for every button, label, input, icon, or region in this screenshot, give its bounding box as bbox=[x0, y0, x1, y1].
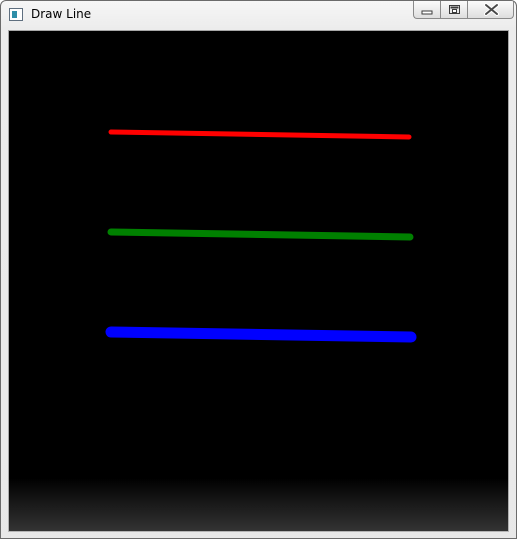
title-bar[interactable]: Draw Line bbox=[1, 1, 516, 29]
close-icon bbox=[484, 3, 499, 16]
app-window: Draw Line bbox=[0, 0, 517, 539]
minimize-icon bbox=[421, 10, 433, 15]
maximize-icon bbox=[449, 5, 460, 14]
app-icon[interactable] bbox=[9, 8, 23, 21]
window-title: Draw Line bbox=[31, 7, 92, 21]
maximize-button[interactable] bbox=[440, 1, 467, 19]
drawing-canvas[interactable] bbox=[8, 30, 509, 532]
red-line bbox=[108, 129, 412, 140]
lines-layer bbox=[105, 129, 417, 343]
green-line bbox=[107, 228, 414, 241]
window-controls bbox=[413, 1, 514, 20]
close-button[interactable] bbox=[467, 1, 514, 19]
blue-line bbox=[105, 326, 417, 343]
minimize-button[interactable] bbox=[413, 1, 440, 19]
